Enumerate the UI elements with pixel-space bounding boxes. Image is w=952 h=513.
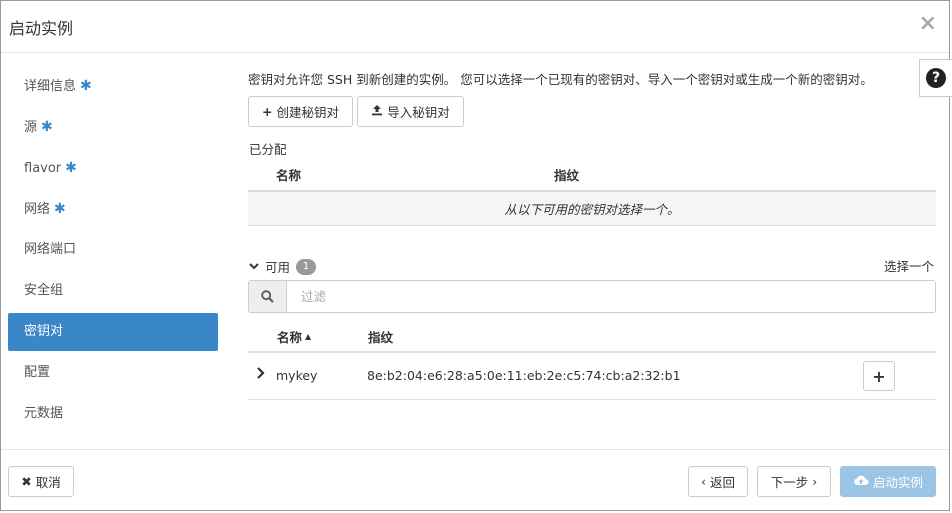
help-text: 密钥对允许您 SSH 到新创建的实例。 您可以选择一个已现有的密钥对、导入一个密… — [248, 72, 873, 87]
filter-input[interactable] — [287, 281, 935, 312]
chevron-right-icon[interactable] — [256, 367, 266, 382]
create-key-pair-button[interactable]: + 创建秘钥对 — [248, 96, 353, 127]
sidebar-item-source[interactable]: 源 ✱ — [8, 108, 218, 146]
chevron-right-icon: › — [812, 474, 818, 489]
available-toggle[interactable]: 可用 1 — [249, 257, 317, 276]
sidebar-item-security-groups[interactable]: 安全组 — [8, 272, 218, 310]
question-icon: ? — [926, 68, 946, 88]
table-row: mykey 8e:b2:04:e6:28:a5:0e:11:eb:2e:c5:7… — [248, 353, 936, 400]
required-icon: ✱ — [54, 201, 66, 217]
modal-title: 启动实例 — [9, 19, 74, 38]
allocated-name-header: 名称 — [276, 168, 302, 183]
allocated-empty-row: 从以下可用的密钥对选择一个。 — [248, 192, 936, 226]
plus-icon: + — [262, 104, 273, 119]
search-icon — [249, 281, 287, 312]
sidebar-item-key-pair[interactable]: 密钥对 — [8, 313, 218, 351]
sidebar-item-networks[interactable]: 网络 ✱ — [8, 190, 218, 228]
close-icon: ✖ — [21, 474, 32, 489]
filter-box — [248, 280, 936, 313]
back-button[interactable]: ‹ 返回 — [688, 466, 748, 497]
launch-instance-button[interactable]: 启动实例 — [840, 466, 936, 497]
modal-footer: ✖ 取消 ‹ 返回 下一步 › 启动实例 — [1, 449, 949, 512]
wizard-sidebar: 详细信息 ✱ 源 ✱ flavor ✱ 网络 ✱ 网络端口 安全组 密钥对 配置 元数据 — [8, 67, 218, 436]
modal-header: 启动实例 × — [1, 1, 949, 53]
sidebar-item-metadata[interactable]: 元数据 — [8, 395, 218, 433]
available-count-badge: 1 — [296, 258, 317, 275]
add-key-button[interactable]: + — [863, 361, 895, 391]
allocated-label: 已分配 — [249, 142, 287, 157]
launch-instance-modal: 启动实例 × 详细信息 ✱ 源 ✱ flavor ✱ 网络 ✱ 网络端口 安全组 密钥对… — [0, 0, 952, 512]
select-one-label: 选择一个 — [884, 259, 935, 274]
key-name: mykey — [276, 368, 318, 383]
chevron-down-icon — [249, 259, 259, 274]
cancel-button[interactable]: ✖ 取消 — [8, 466, 74, 497]
sort-asc-icon: ▲ — [305, 332, 312, 341]
chevron-left-icon: ‹ — [700, 474, 706, 489]
close-icon[interactable]: × — [919, 11, 937, 36]
available-name-header[interactable]: 名称 ▲ — [277, 327, 311, 346]
key-fingerprint: 8e:b2:04:e6:28:a5:0e:11:eb:2e:c5:74:cb:a… — [367, 368, 681, 383]
sidebar-item-flavor[interactable]: flavor ✱ — [8, 149, 218, 187]
import-key-pair-button[interactable]: 导入秘钥对 — [357, 96, 464, 127]
allocated-fingerprint-header: 指纹 — [554, 168, 580, 183]
required-icon: ✱ — [41, 119, 53, 135]
available-label: 可用 — [265, 260, 291, 275]
sidebar-item-details[interactable]: 详细信息 ✱ — [8, 67, 218, 105]
required-icon: ✱ — [65, 160, 77, 176]
cloud-upload-icon — [853, 474, 869, 489]
next-button[interactable]: 下一步 › — [757, 466, 831, 497]
required-icon: ✱ — [80, 78, 92, 94]
upload-icon — [371, 104, 383, 119]
available-fingerprint-header: 指纹 — [368, 330, 394, 345]
sidebar-item-configuration[interactable]: 配置 — [8, 354, 218, 392]
help-button[interactable]: ? — [919, 59, 952, 97]
sidebar-item-network-ports[interactable]: 网络端口 — [8, 231, 218, 269]
